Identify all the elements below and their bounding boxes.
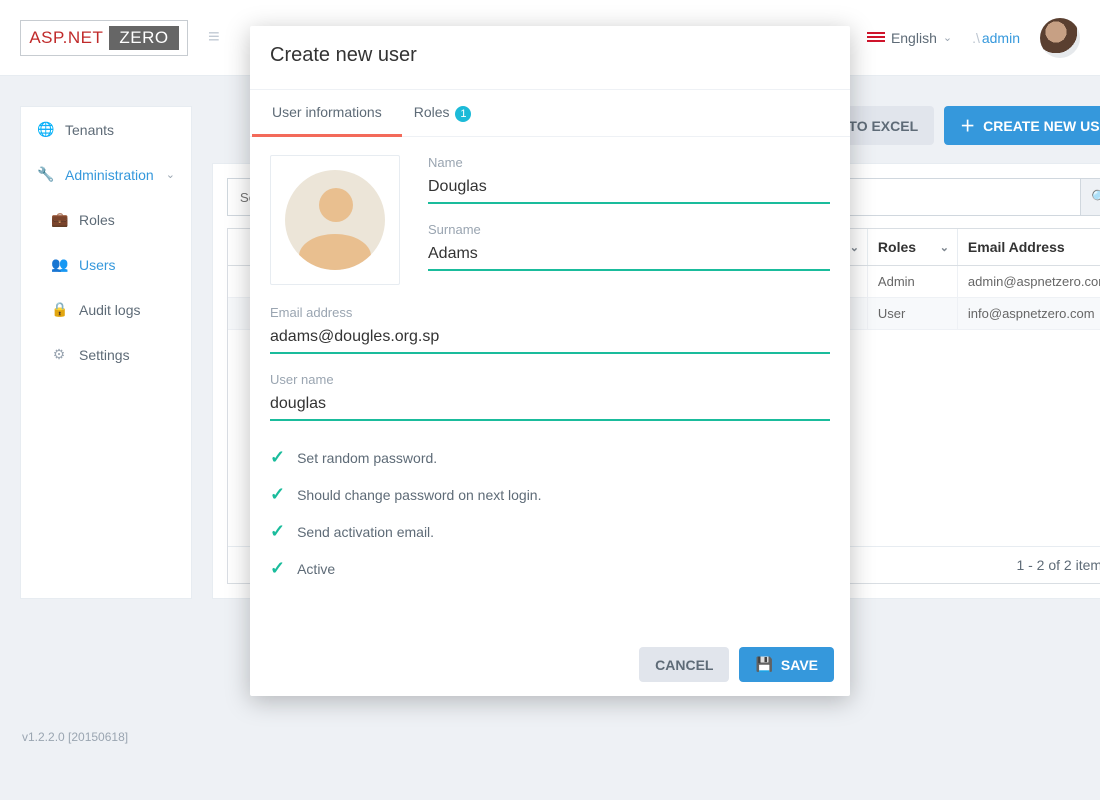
surname-label: Surname [428, 222, 830, 237]
surname-field[interactable] [428, 239, 830, 271]
check-icon: ✓ [270, 447, 285, 468]
username-label: User name [270, 372, 830, 387]
tab-roles[interactable]: Roles 1 [412, 90, 474, 136]
modal-overlay: Create new user User informations Roles … [0, 0, 1100, 800]
cancel-button[interactable]: CANCEL [639, 647, 729, 682]
check-icon: ✓ [270, 558, 285, 579]
avatar-placeholder[interactable] [270, 155, 400, 285]
save-icon: 💾 [755, 656, 772, 673]
check-random-password[interactable]: ✓ Set random password. [270, 439, 830, 476]
roles-count-badge: 1 [455, 106, 471, 122]
modal-tabs: User informations Roles 1 [250, 90, 850, 137]
check-label: Set random password. [297, 450, 437, 466]
check-icon: ✓ [270, 484, 285, 505]
name-field[interactable] [428, 172, 830, 204]
check-change-password-next-login[interactable]: ✓ Should change password on next login. [270, 476, 830, 513]
check-active[interactable]: ✓ Active [270, 550, 830, 587]
avatar-placeholder-icon [285, 170, 385, 270]
create-user-modal: Create new user User informations Roles … [250, 26, 850, 696]
check-icon: ✓ [270, 521, 285, 542]
save-button[interactable]: 💾 SAVE [739, 647, 834, 682]
check-label: Active [297, 561, 335, 577]
modal-title: Create new user [250, 26, 850, 90]
check-label: Should change password on next login. [297, 487, 541, 503]
check-send-activation-email[interactable]: ✓ Send activation email. [270, 513, 830, 550]
email-label: Email address [270, 305, 830, 320]
email-field[interactable] [270, 322, 830, 354]
username-field[interactable] [270, 389, 830, 421]
name-label: Name [428, 155, 830, 170]
tab-user-info[interactable]: User informations [270, 90, 384, 136]
check-label: Send activation email. [297, 524, 434, 540]
